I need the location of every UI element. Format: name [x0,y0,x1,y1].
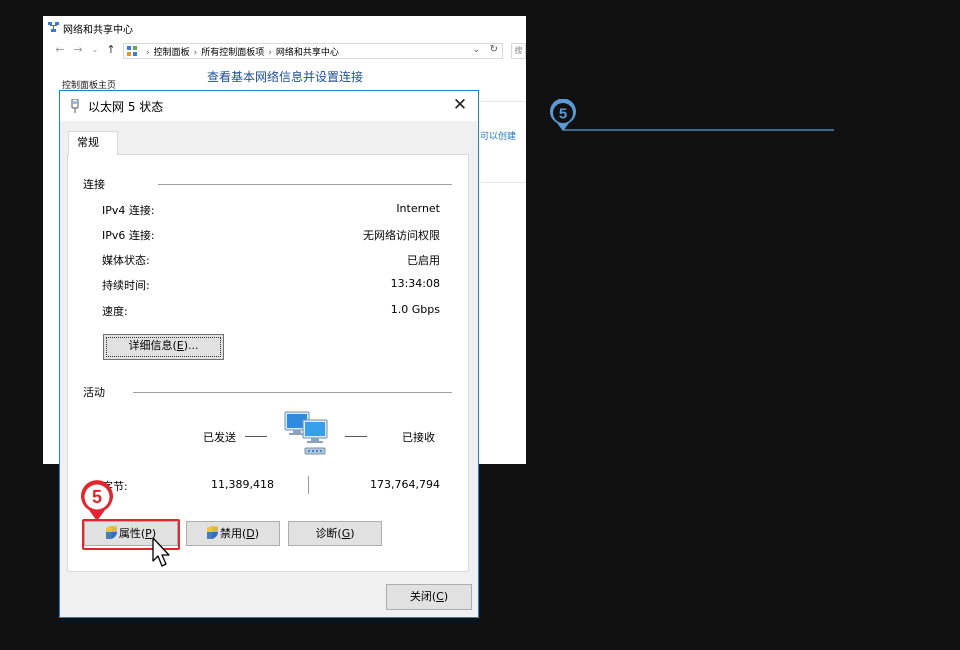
ipv4-value: Internet [396,202,440,215]
bytes-received-value: 173,764,794 [370,478,440,491]
control-panel-icon [127,46,137,56]
speed-value: 1.0 Gbps [390,303,440,316]
uac-shield-icon [206,526,218,539]
bytes-divider [308,476,309,494]
forward-arrow-icon[interactable]: → [71,43,85,56]
sent-label: 已发送 [203,431,236,444]
recent-dropdown-icon[interactable]: ⌄ [88,45,102,54]
refresh-icon[interactable]: ↻ [490,44,498,55]
up-arrow-icon[interactable]: ↑ [104,43,118,56]
breadcrumb-control-panel[interactable]: 控制面板 [154,48,190,58]
divider [480,101,526,102]
address-row: ← → ⌄ ↑ › 控制面板 › 所有控制面板项 › 网络和共享中心 ⌄ ↻ 搜 [43,42,526,62]
search-box[interactable]: 搜 [511,43,526,59]
ipv4-row: IPv4 连接: Internet [102,202,440,218]
ipv6-row: IPv6 连接: 无网络访问权限 [102,227,440,243]
close-icon[interactable]: ✕ [449,94,471,116]
dialog-title: 以太网 5 状态 [88,100,164,114]
divider [480,182,526,183]
sent-line [245,436,267,437]
dialog-titlebar: 以太网 5 状态 ✕ [60,91,478,121]
blue-step-number: 5 [559,106,567,123]
tab-general[interactable]: 常规 [68,131,118,155]
activity-group-label: 活动 [83,386,105,399]
create-link[interactable]: 可以创建 [480,129,516,142]
address-bar[interactable]: › 控制面板 › 所有控制面板项 › 网络和共享中心 ⌄ ↻ [123,43,503,59]
address-dropdown-icon[interactable]: ⌄ [472,45,480,55]
page-heading: 查看基本网络信息并设置连接 [207,70,364,84]
network-app-icon [48,22,59,32]
close-button[interactable]: 关闭(C) [386,584,472,610]
duration-row: 持续时间: 13:34:08 [102,277,440,293]
details-button[interactable]: 详细信息(E)... [103,334,224,360]
disable-button[interactable]: 禁用(D) [186,521,280,546]
ipv6-value: 无网络访问权限 [363,229,440,242]
received-label: 已接收 [402,431,435,444]
breadcrumb-all-items[interactable]: 所有控制面板项 [201,48,264,58]
back-arrow-icon[interactable]: ← [53,43,67,56]
step-badge-red: 5 [81,480,113,521]
media-state-value: 已启用 [407,254,440,267]
connection-group-label: 连接 [83,178,105,191]
mouse-pointer-icon [152,537,170,567]
duration-value: 13:34:08 [390,277,440,290]
media-state-label: 媒体状态: [102,254,150,267]
ipv6-label: IPv6 连接: [102,229,155,242]
general-tab-panel: 连接 IPv4 连接: Internet IPv6 连接: 无网络访问权限 媒体… [67,154,469,572]
ethernet-adapter-icon [71,99,79,113]
window-titlebar: 网络和共享中心 [43,16,526,40]
bytes-sent-value: 11,389,418 [211,478,274,491]
media-state-row: 媒体状态: 已启用 [102,252,440,268]
received-line [345,436,367,437]
breadcrumb: › 控制面板 › 所有控制面板项 › 网络和共享中心 [146,48,339,58]
network-activity-icon [284,411,328,455]
breadcrumb-network-center[interactable]: 网络和共享中心 [276,48,339,58]
speed-label: 速度: [102,305,128,318]
group-divider [133,392,452,393]
window-title: 网络和共享中心 [63,25,133,36]
red-step-number: 5 [92,487,102,507]
group-divider [158,184,452,185]
ipv4-label: IPv4 连接: [102,204,155,217]
speed-row: 速度: 1.0 Gbps [102,303,440,319]
duration-label: 持续时间: [102,279,150,292]
diagnose-button[interactable]: 诊断(G) [288,521,382,546]
step-badge-blue: 5 [550,99,834,131]
